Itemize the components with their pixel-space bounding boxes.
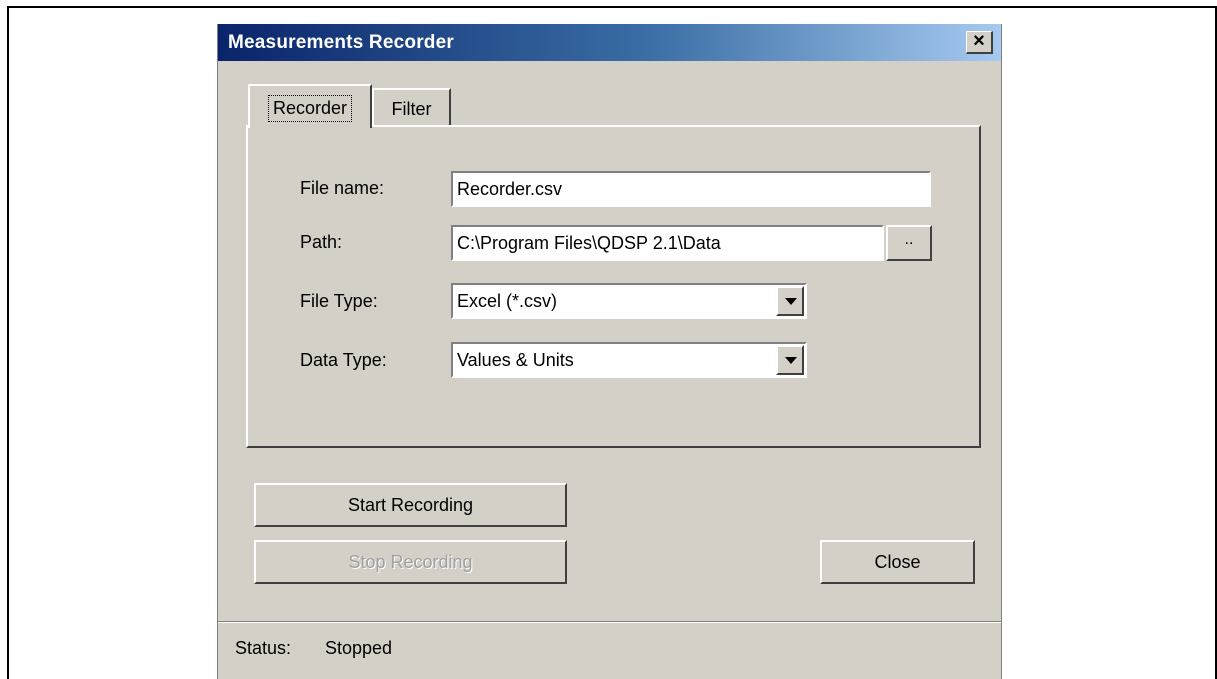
status-label: Status: xyxy=(235,638,292,658)
browse-button[interactable]: .. xyxy=(886,225,932,261)
file-name-input[interactable]: Recorder.csv xyxy=(451,171,931,207)
window-title: Measurements Recorder xyxy=(228,32,454,53)
path-label: Path: xyxy=(300,232,343,252)
file-type-label: File Type: xyxy=(300,291,378,311)
tab-recorder-label: Recorder xyxy=(267,95,353,122)
status-value: Stopped xyxy=(325,638,393,658)
file-name-label: File name: xyxy=(300,178,385,198)
file-type-select[interactable]: Excel (*.csv) xyxy=(451,283,807,319)
chevron-down-icon[interactable] xyxy=(776,345,804,375)
stop-recording-button[interactable]: Stop Recording xyxy=(254,540,567,584)
data-type-select[interactable]: Values & Units xyxy=(451,342,807,378)
tab-filter-label: Filter xyxy=(391,99,432,119)
path-input[interactable]: C:\Program Files\QDSP 2.1\Data xyxy=(451,225,884,261)
file-type-value: Excel (*.csv) xyxy=(457,291,558,311)
status-separator xyxy=(218,621,1001,623)
title-bar[interactable]: Measurements Recorder × xyxy=(218,24,1001,61)
tab-recorder[interactable]: Recorder xyxy=(248,84,372,128)
data-type-label: Data Type: xyxy=(300,350,387,370)
start-recording-button[interactable]: Start Recording xyxy=(254,483,567,527)
close-button[interactable]: Close xyxy=(820,540,975,584)
tab-filter[interactable]: Filter xyxy=(372,88,451,128)
close-icon[interactable]: × xyxy=(966,31,993,54)
data-type-value: Values & Units xyxy=(457,350,574,370)
chevron-down-icon[interactable] xyxy=(776,286,804,316)
measurements-recorder-dialog: Measurements Recorder × Recorder Filter … xyxy=(217,24,1002,679)
